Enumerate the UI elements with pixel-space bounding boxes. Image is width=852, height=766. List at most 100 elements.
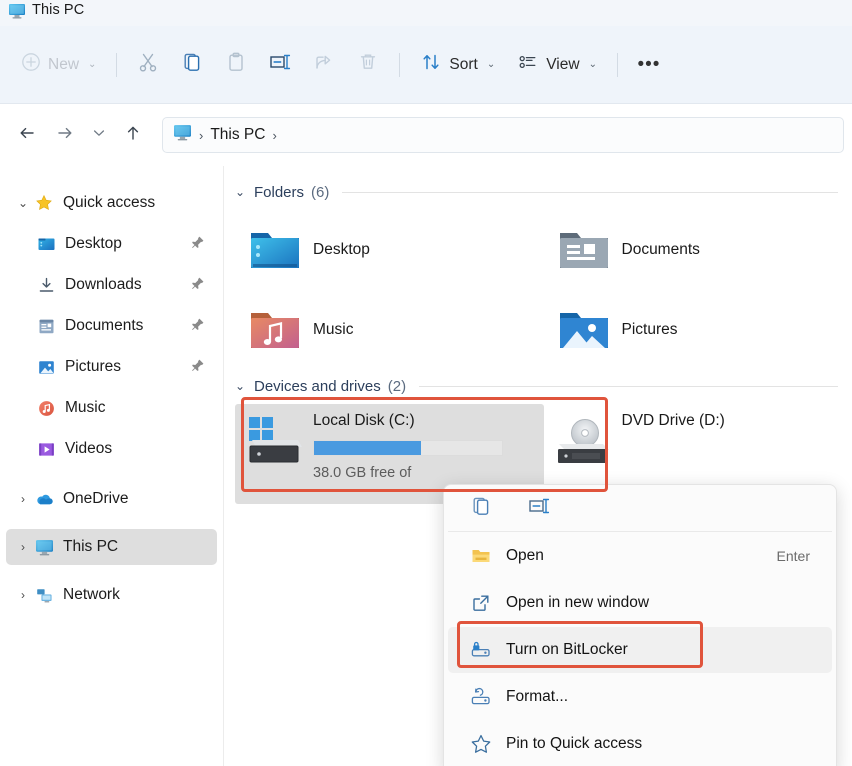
folders-group-count: (6) <box>311 183 330 201</box>
folder-tile[interactable]: Music <box>235 290 544 370</box>
rename-button[interactable] <box>524 493 554 523</box>
context-menu-label: Open <box>506 547 544 564</box>
music-circle-icon <box>36 398 56 418</box>
folder-open-icon <box>466 545 496 567</box>
sidebar-label: Network <box>63 586 120 603</box>
sidebar-label: Documents <box>65 317 144 334</box>
delete-button[interactable] <box>346 47 390 83</box>
share-icon <box>313 51 335 78</box>
pin-icon[interactable] <box>191 276 205 295</box>
sidebar-item-desktop[interactable]: Desktop <box>6 226 217 262</box>
drives-group-count: (2) <box>387 377 407 395</box>
pin-icon[interactable] <box>191 358 205 377</box>
address-bar[interactable]: › This PC › <box>162 117 844 153</box>
copy-icon <box>181 51 203 78</box>
pictures-folder-icon <box>36 357 56 377</box>
context-menu-item-format[interactable]: Format... <box>448 674 832 720</box>
group-divider <box>342 191 838 193</box>
chevron-down-icon[interactable]: ⌄ <box>235 379 247 393</box>
drive-usage-bar <box>313 440 503 456</box>
sidebar-item-onedrive[interactable]: › OneDrive <box>6 481 217 517</box>
up-button[interactable] <box>114 117 152 153</box>
documents-folder-icon <box>552 225 616 275</box>
breadcrumb-this-pc[interactable]: This PC <box>210 126 265 144</box>
context-menu-item-turn-on-bitlocker[interactable]: Turn on BitLocker <box>448 627 832 673</box>
navigation-pane: ⌄ Quick access Desktop Downloads Documen… <box>0 166 224 766</box>
copy-icon <box>470 495 492 522</box>
sidebar-item-pictures[interactable]: Pictures <box>6 349 217 385</box>
network-icon <box>34 585 54 605</box>
context-menu-divider <box>448 531 832 532</box>
cut-button[interactable] <box>126 47 170 83</box>
folder-name: Pictures <box>621 321 678 338</box>
sort-button-label: Sort <box>449 55 478 73</box>
share-button[interactable] <box>302 47 346 83</box>
forward-button[interactable] <box>46 117 84 153</box>
chevron-right-icon[interactable]: › <box>12 493 34 505</box>
chevron-down-icon: ⌄ <box>588 59 597 70</box>
chevron-down-icon[interactable]: ⌄ <box>235 185 247 199</box>
sort-arrows-icon <box>420 51 442 78</box>
plus-circle-icon <box>21 52 41 77</box>
toolbar-separator-1 <box>116 52 118 77</box>
view-list-icon <box>517 51 539 78</box>
sidebar-item-music[interactable]: Music <box>6 390 217 426</box>
chevron-down-icon: ⌄ <box>486 59 496 70</box>
chevron-down-icon <box>91 125 107 146</box>
folders-group-header[interactable]: ⌄ Folders (6) <box>235 180 852 204</box>
this-pc-monitor-icon <box>8 2 26 20</box>
videos-icon <box>36 439 56 459</box>
clipboard-paste-icon <box>225 51 247 78</box>
drive-name: DVD Drive (D:) <box>621 412 725 429</box>
drives-group-title: Devices and drives <box>254 377 381 395</box>
back-button[interactable] <box>8 117 46 153</box>
sidebar-item-network[interactable]: › Network <box>6 577 217 613</box>
context-menu-item-pin-to-quick-access[interactable]: Pin to Quick access <box>448 721 832 766</box>
sidebar-label: Music <box>65 399 106 416</box>
breadcrumb-separator[interactable]: › <box>272 128 276 143</box>
star-outline-icon <box>466 733 496 755</box>
sidebar-item-documents[interactable]: Documents <box>6 308 217 344</box>
arrow-up-icon <box>123 123 143 148</box>
new-button[interactable]: New ⌄ <box>10 47 107 83</box>
folders-group-title: Folders <box>254 183 305 201</box>
sidebar-item-videos[interactable]: Videos <box>6 431 217 467</box>
folder-tile[interactable]: Desktop <box>235 210 544 290</box>
sidebar-item-downloads[interactable]: Downloads <box>6 267 217 303</box>
context-menu-item-open[interactable]: Open Enter <box>448 533 832 579</box>
rename-button[interactable] <box>258 47 302 83</box>
drives-group-header[interactable]: ⌄ Devices and drives (2) <box>235 374 852 398</box>
copy-button[interactable] <box>170 47 214 83</box>
sidebar-label: Desktop <box>65 235 122 252</box>
drive-free-space-text: 38.0 GB free of <box>313 465 412 481</box>
pin-icon[interactable] <box>191 235 205 254</box>
view-button[interactable]: View ⌄ <box>506 47 608 83</box>
paste-button[interactable] <box>214 47 258 83</box>
folder-tile[interactable]: Documents <box>544 210 852 290</box>
folder-tile[interactable]: Pictures <box>544 290 852 370</box>
chevron-down-icon[interactable]: ⌄ <box>12 197 34 209</box>
chevron-down-icon: ⌄ <box>88 59 97 70</box>
copy-button[interactable] <box>466 493 496 523</box>
sidebar-label: OneDrive <box>63 490 129 507</box>
format-drive-icon <box>466 686 496 708</box>
context-menu-item-open-in-new-window[interactable]: Open in new window <box>448 580 832 626</box>
chevron-right-icon[interactable]: › <box>12 589 34 601</box>
chevron-right-icon[interactable]: › <box>12 541 34 553</box>
sidebar-label: Quick access <box>63 194 156 211</box>
folder-name: Music <box>313 321 354 338</box>
music-folder-icon <box>243 305 307 355</box>
downloads-icon <box>36 275 56 295</box>
sidebar-item-quick-access[interactable]: ⌄ Quick access <box>6 185 217 221</box>
see-more-button[interactable]: ••• <box>627 47 671 83</box>
documents-folder-icon <box>36 316 56 336</box>
toolbar-separator-2 <box>399 52 401 77</box>
file-explorer-window: This PC New ⌄ Sort ⌄ View ⌄ ••• › This P… <box>0 0 852 766</box>
desktop-folder-icon <box>36 234 56 254</box>
sidebar-item-this-pc[interactable]: › This PC <box>6 529 217 565</box>
pin-icon[interactable] <box>191 317 205 336</box>
recent-locations-button[interactable] <box>84 117 114 153</box>
view-button-label: View <box>546 55 580 73</box>
window-title: This PC <box>32 2 85 18</box>
sort-button[interactable]: Sort ⌄ <box>409 47 506 83</box>
